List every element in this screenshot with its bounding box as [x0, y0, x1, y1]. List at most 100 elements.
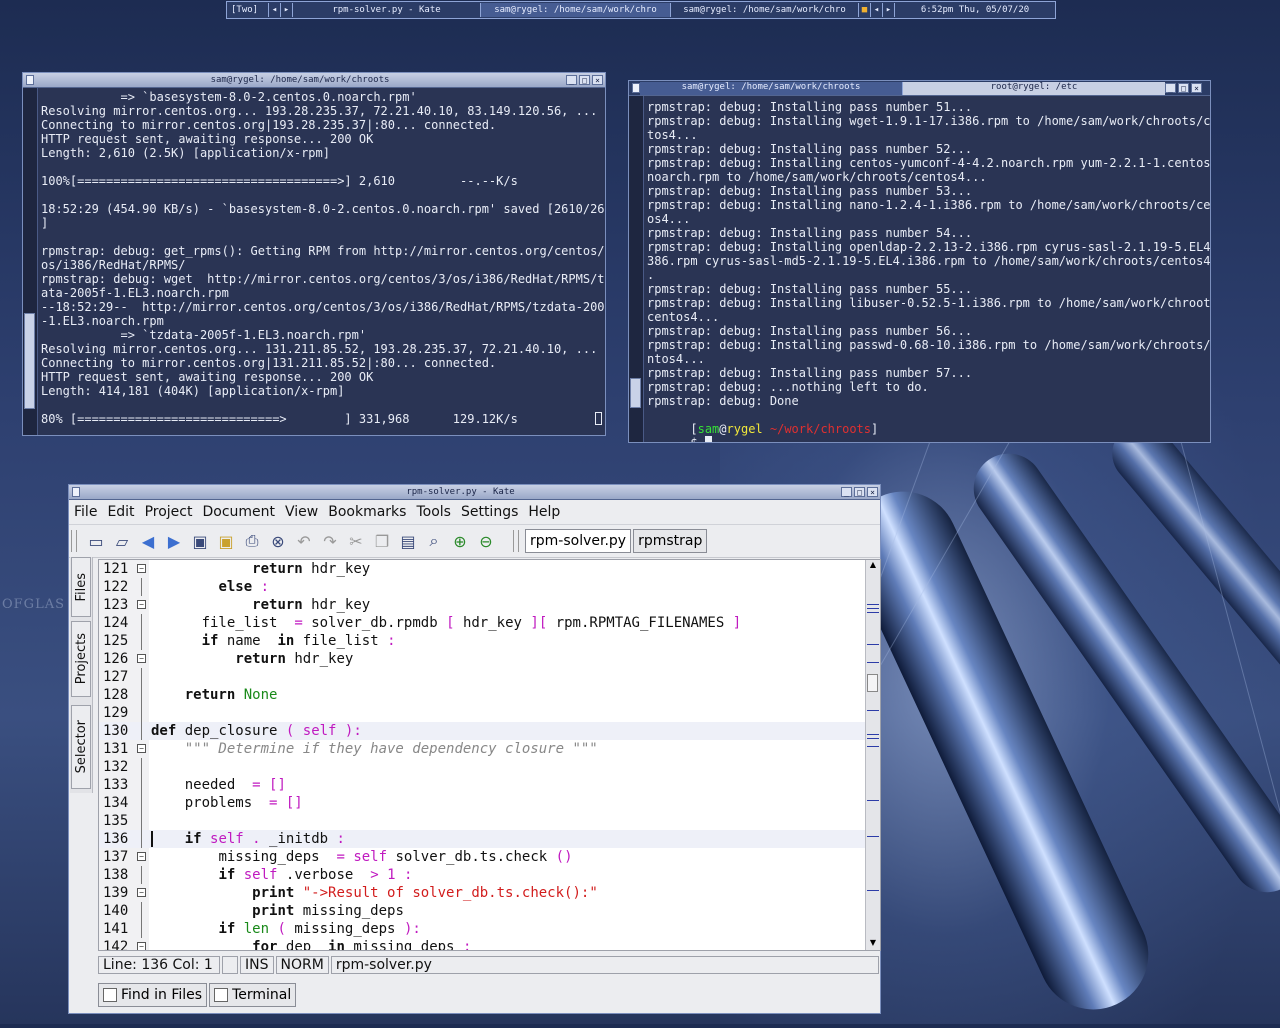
code-line[interactable]: 134 problems = [] [99, 794, 867, 812]
code-line[interactable]: 130 def dep_closure ( self ): [99, 722, 867, 740]
menu-project[interactable]: Project [140, 504, 198, 520]
menu-file[interactable]: File [69, 504, 102, 520]
scrollbar-thumb[interactable] [24, 313, 35, 409]
kate-titlebar[interactable]: rpm-solver.py - Kate _ □ × [69, 485, 880, 500]
code-line[interactable]: 123− return hdr_key [99, 596, 867, 614]
code-line[interactable]: 133 needed = [] [99, 776, 867, 794]
side-tab-projects[interactable]: Projects [71, 621, 91, 697]
code-line[interactable]: 122 else : [99, 578, 867, 596]
open-folder-icon[interactable]: ▱ [109, 528, 135, 554]
fold-toggle-icon[interactable]: − [137, 600, 146, 609]
insert-mode[interactable]: INS [240, 956, 274, 974]
menu-document[interactable]: Document [197, 504, 280, 520]
window-menu-button[interactable] [72, 487, 80, 497]
tab-terminal-root[interactable]: root@rygel: /etc [903, 81, 1165, 95]
code-line[interactable]: 142− for dep in missing_deps : [99, 938, 867, 950]
maximize-button[interactable]: □ [854, 487, 865, 497]
code-line[interactable]: 126− return hdr_key [99, 650, 867, 668]
tab-rpm-solver[interactable]: rpm-solver.py [525, 529, 632, 553]
save-as-icon[interactable]: ▣ [213, 528, 239, 554]
copy-icon[interactable]: ❐ [369, 528, 395, 554]
forward-icon[interactable]: ▶ [161, 528, 187, 554]
tab-rpmstrap[interactable]: rpmstrap [633, 529, 708, 553]
scrollbar-thumb[interactable] [867, 674, 878, 692]
code-editor[interactable]: 121− return hdr_key 122 else :123− return… [98, 559, 881, 951]
code-line[interactable]: 138 if self .verbose > 1 : [99, 866, 867, 884]
paste-icon[interactable]: ▤ [395, 528, 421, 554]
window-menu-button[interactable] [26, 75, 34, 85]
zoom-out-icon[interactable]: ⊖ [473, 528, 499, 554]
scroll-down-icon[interactable]: ▼ [866, 938, 880, 950]
code-line[interactable]: 128 return None [99, 686, 867, 704]
side-tab-files[interactable]: Files [71, 557, 91, 617]
editor-scrollbar[interactable]: ▲ ▼ [865, 560, 880, 950]
prev-desktop-button[interactable]: ◂ [269, 3, 281, 17]
fold-toggle-icon[interactable]: − [137, 852, 146, 861]
back-icon[interactable]: ◀ [135, 528, 161, 554]
minimize-button[interactable]: _ [841, 487, 852, 497]
window-menu-button[interactable] [632, 83, 640, 93]
code-line[interactable]: 132 [99, 758, 867, 776]
code-line[interactable]: 135 [99, 812, 867, 830]
terminal-2-titlebar[interactable]: sam@rygel: /home/sam/work/chroots root@r… [629, 81, 1210, 96]
close-button[interactable]: × [592, 75, 603, 85]
fold-toggle-icon[interactable]: − [137, 942, 146, 950]
zoom-in-icon[interactable]: ⊕ [447, 528, 473, 554]
minimize-button[interactable]: _ [1165, 83, 1176, 93]
undo-icon[interactable]: ↶ [291, 528, 317, 554]
maximize-button[interactable]: □ [579, 75, 590, 85]
scroll-up-icon[interactable]: ▲ [866, 560, 880, 572]
terminal-1-titlebar[interactable]: sam@rygel: /home/sam/work/chroots _ □ × [23, 73, 605, 88]
selection-mode[interactable]: NORM [275, 956, 329, 974]
code-line[interactable]: 137− missing_deps = self solver_db.ts.ch… [99, 848, 867, 866]
maximize-button[interactable]: □ [1178, 83, 1189, 93]
fold-toggle-icon[interactable]: − [137, 744, 146, 753]
fold-toggle-icon[interactable]: − [137, 564, 146, 573]
code-line[interactable]: 121− return hdr_key [99, 560, 867, 578]
code-line[interactable]: 139− print "->Result of solver_db.ts.che… [99, 884, 867, 902]
minimize-button[interactable]: _ [566, 75, 577, 85]
scrollbar-thumb[interactable] [630, 378, 641, 408]
cut-icon[interactable]: ✂ [343, 528, 369, 554]
code-line[interactable]: 125 if name in file_list : [99, 632, 867, 650]
code-line[interactable]: 124 file_list = solver_db.rpmdb [ hdr_ke… [99, 614, 867, 632]
task-terminal-2[interactable]: sam@rygel: /home/sam/work/chro [671, 3, 859, 17]
side-tab-selector[interactable]: Selector [71, 705, 91, 789]
tab-terminal[interactable]: Terminal [209, 983, 297, 1007]
close-document-icon[interactable]: ⊗ [265, 528, 291, 554]
prev-button[interactable]: ◂ [871, 3, 883, 17]
code-line[interactable]: 129 [99, 704, 867, 722]
desktop-switcher[interactable]: [Two] [227, 3, 269, 17]
menu-bookmarks[interactable]: Bookmarks [323, 504, 411, 520]
task-kate[interactable]: rpm-solver.py - Kate [293, 3, 481, 17]
next-button[interactable]: ▸ [883, 3, 895, 17]
task-terminal-1[interactable]: sam@rygel: /home/sam/work/chro [481, 3, 671, 17]
close-button[interactable]: × [867, 487, 878, 497]
code-line[interactable]: 141 if len ( missing_deps ): [99, 920, 867, 938]
new-document-icon[interactable]: ▭ [83, 528, 109, 554]
code-line[interactable]: 136 if self . _initdb : [99, 830, 867, 848]
code-line[interactable]: 140 print missing_deps [99, 902, 867, 920]
terminal-2-scrollbar[interactable] [629, 96, 644, 442]
toolbar-handle[interactable] [513, 530, 519, 552]
tray-icon[interactable]: ■ [859, 3, 871, 17]
command-line[interactable]: $ [647, 422, 712, 442]
tab-terminal-sam[interactable]: sam@rygel: /home/sam/work/chroots [640, 81, 903, 95]
find-icon[interactable]: ⌕ [421, 528, 447, 554]
code-line[interactable]: 127 [99, 668, 867, 686]
tab-find-in-files[interactable]: Find in Files [98, 983, 208, 1007]
print-icon[interactable]: ⎙ [239, 528, 265, 554]
terminal-2-output[interactable]: rpmstrap: debug: Installing pass number … [629, 96, 1210, 442]
menu-settings[interactable]: Settings [456, 504, 523, 520]
code-line[interactable]: 131− """ Determine if they have dependen… [99, 740, 867, 758]
fold-toggle-icon[interactable]: − [137, 654, 146, 663]
menu-edit[interactable]: Edit [102, 504, 139, 520]
next-desktop-button[interactable]: ▸ [281, 3, 293, 17]
menu-tools[interactable]: Tools [411, 504, 456, 520]
redo-icon[interactable]: ↷ [317, 528, 343, 554]
terminal-1-output[interactable]: => `basesystem-8.0-2.centos.0.noarch.rpm… [23, 88, 605, 435]
terminal-1-scrollbar[interactable] [23, 88, 38, 435]
toolbar-handle[interactable] [71, 530, 77, 552]
menu-view[interactable]: View [280, 504, 323, 520]
close-button[interactable]: × [1191, 83, 1202, 93]
